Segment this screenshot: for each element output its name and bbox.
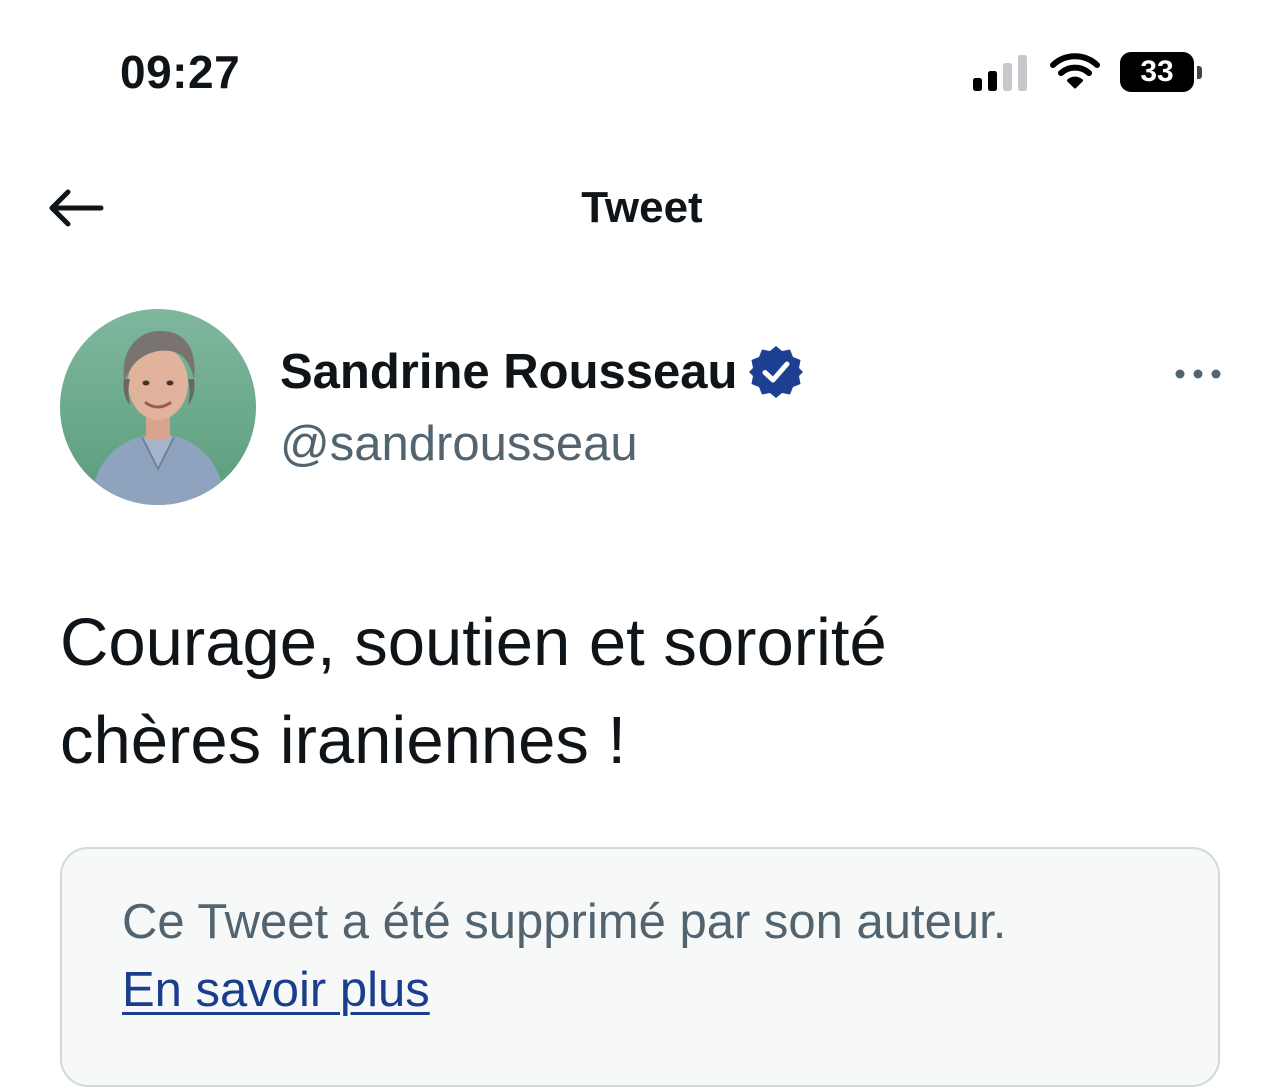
tweet-text-line-2: chères iraniennes ! — [60, 703, 627, 778]
battery-icon: 33 — [1120, 52, 1202, 92]
author-name[interactable]: Sandrine Rousseau — [280, 340, 737, 404]
battery-tip — [1197, 66, 1202, 79]
signal-icon — [973, 55, 1027, 91]
page-title: Tweet — [581, 183, 703, 232]
deleted-message: Ce Tweet a été supprimé par son auteur. — [122, 895, 1007, 949]
verified-badge-icon — [749, 346, 804, 398]
more-options-button[interactable] — [1168, 352, 1228, 396]
author-name-row[interactable]: Sandrine Rousseau — [280, 340, 805, 404]
battery-level: 33 — [1120, 52, 1194, 92]
tweet-text-line-1: Courage, soutien et sororité — [60, 605, 887, 680]
deleted-quote-tweet: Ce Tweet a été supprimé par son auteur. … — [60, 847, 1220, 1087]
learn-more-link[interactable]: En savoir plus — [122, 957, 430, 1023]
tweet-text: Courage, soutien et sororité chères irani… — [60, 594, 1220, 790]
wifi-icon — [1050, 53, 1100, 89]
avatar[interactable] — [60, 309, 256, 505]
more-options-icon — [1175, 369, 1221, 379]
author-handle[interactable]: @sandrousseau — [280, 412, 638, 476]
avatar-image — [60, 309, 256, 505]
status-time: 09:27 — [120, 46, 241, 98]
